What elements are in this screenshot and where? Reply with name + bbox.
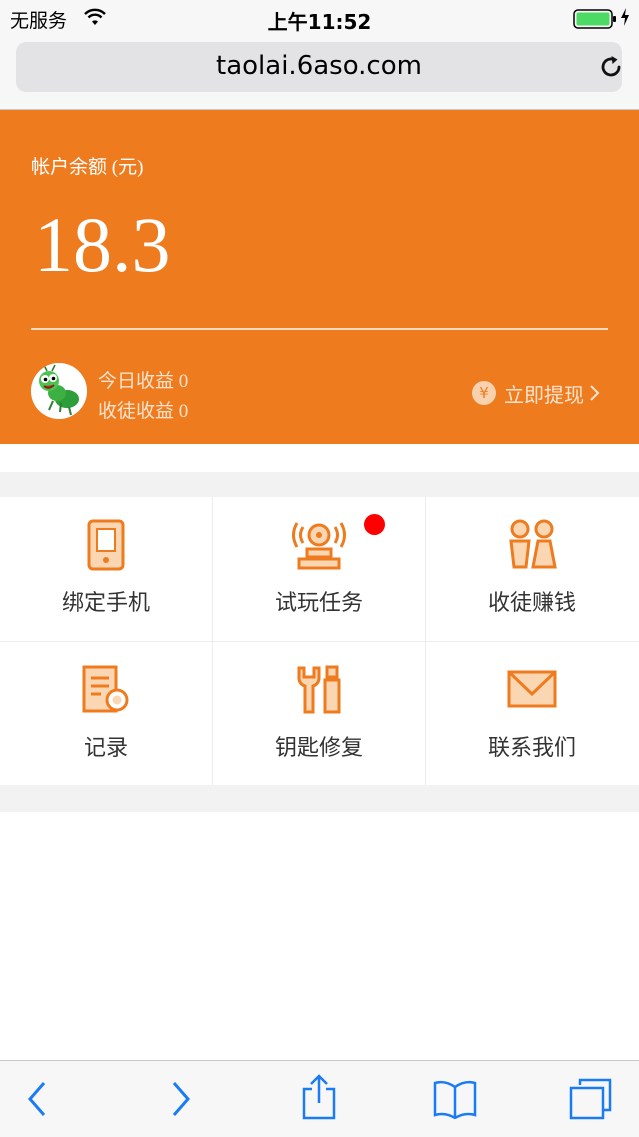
today-income: 今日收益 0 [98,371,189,392]
disciple-income: 收徒收益 0 [98,401,189,422]
url-text[interactable]: taolai.6aso.com [16,51,622,81]
balance-value: 18.3 [34,201,171,288]
account-header: 帐户余额 (元) 18.3 今日收益 0 收徒收益 0 ¥ 立即提现 [0,110,639,444]
avatar[interactable] [31,363,87,419]
people-icon [509,519,557,569]
caterpillar-avatar-icon [31,363,87,419]
charging-icon [621,8,629,26]
menu-item-contact-us[interactable]: 联系我们 [426,642,638,786]
mail-icon [507,670,557,708]
record-icon [82,665,129,713]
clock: 上午11:52 [267,10,372,34]
reload-icon[interactable] [598,54,624,80]
browser-toolbar [0,1060,639,1137]
menu-item-label: 记录 [83,736,128,761]
address-bar[interactable]: taolai.6aso.com [16,42,622,92]
withdraw-button[interactable]: ¥ 立即提现 [472,380,602,407]
forward-icon[interactable] [168,1079,192,1119]
status-bar: 无服务 上午11:52 [0,0,639,36]
menu-grid: 绑定手机 试玩任务 收徒赚钱 记录 钥匙修复 联系我们 [0,497,639,786]
browser-address-area: taolai.6aso.com [0,36,639,110]
menu-item-trial-tasks[interactable]: 试玩任务 [213,497,425,641]
menu-item-label: 钥匙修复 [274,736,363,761]
menu-item-label: 联系我们 [487,736,576,761]
menu-item-recruit-earn[interactable]: 收徒赚钱 [426,497,638,641]
grid-divider [0,641,639,642]
task-bell-icon [292,522,346,570]
tools-icon [297,665,341,714]
back-icon[interactable] [26,1079,50,1119]
menu-item-label: 收徒赚钱 [487,591,576,616]
divider [31,328,608,330]
tabs-icon[interactable] [568,1077,614,1121]
menu-item-label: 试玩任务 [274,591,363,616]
phone-icon [87,519,125,571]
menu-item-bind-phone[interactable]: 绑定手机 [0,497,212,641]
balance-label: 帐户余额 (元) [31,157,144,178]
yen-icon: ¥ [472,381,496,405]
section-spacer [0,785,639,812]
bookmarks-icon[interactable] [432,1079,478,1119]
withdraw-label: 立即提现 [504,382,584,407]
chevron-right-icon [590,385,600,401]
menu-item-records[interactable]: 记录 [0,642,212,786]
section-spacer [0,472,639,497]
battery-icon [573,9,616,29]
menu-item-label: 绑定手机 [61,591,150,616]
menu-item-key-repair[interactable]: 钥匙修复 [213,642,425,786]
share-icon[interactable] [300,1073,338,1121]
notification-badge [364,514,385,535]
